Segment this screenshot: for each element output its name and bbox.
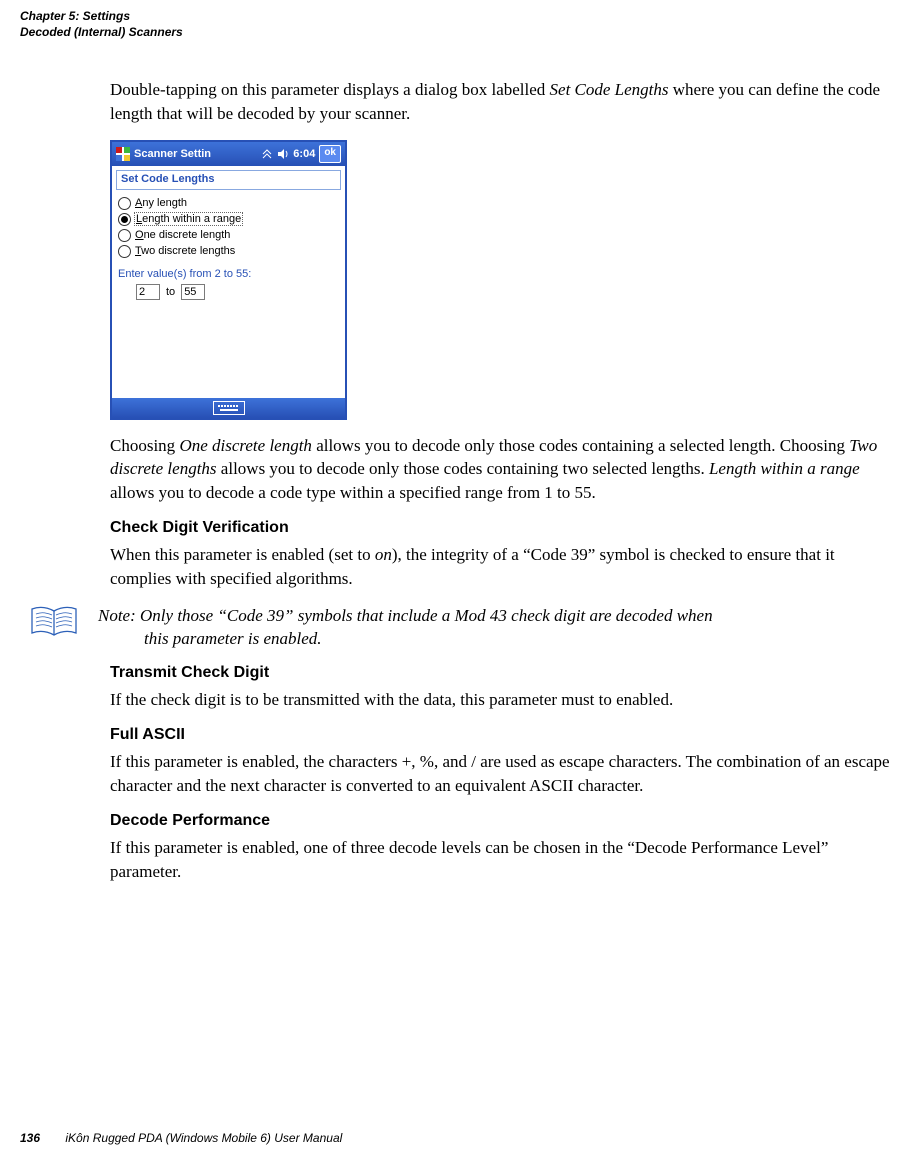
term-one-discrete: One discrete length (179, 436, 312, 455)
term-length-in-range: Length within a range (709, 459, 860, 478)
volume-icon[interactable] (277, 148, 289, 160)
range-inputs: to (136, 284, 339, 300)
transmit-paragraph: If the check digit is to be transmitted … (110, 688, 890, 712)
page-footer: 136 iKôn Rugged PDA (Windows Mobile 6) U… (20, 1131, 342, 1145)
keyboard-sip-icon[interactable] (213, 401, 245, 415)
radio-icon (118, 213, 131, 226)
intro-paragraph: Double-tapping on this parameter display… (110, 78, 890, 126)
connectivity-icon[interactable] (261, 148, 273, 160)
section-line: Decoded (Internal) Scanners (20, 24, 183, 40)
radio-icon (118, 229, 131, 242)
heading-decode-performance: Decode Performance (110, 812, 890, 830)
full-ascii-paragraph: If this parameter is enabled, the charac… (110, 750, 890, 798)
heading-transmit-check-digit: Transmit Check Digit (110, 664, 890, 682)
screenshot-bottombar (112, 398, 345, 418)
check-digit-verification-paragraph: When this parameter is enabled (set to o… (110, 543, 890, 591)
radio-one-discrete[interactable]: One discrete length (118, 229, 339, 242)
radio-icon (118, 197, 131, 210)
radio-icon (118, 245, 131, 258)
embedded-screenshot: Scanner Settin 6:04 ok Set Code Lengths … (110, 140, 347, 420)
book-title: iKôn Rugged PDA (Windows Mobile 6) User … (65, 1131, 342, 1145)
chapter-line: Chapter 5: Settings (20, 8, 183, 24)
radio-label: Length within a range (135, 213, 242, 225)
radio-label: Two discrete lengths (135, 245, 235, 257)
heading-full-ascii: Full ASCII (110, 726, 890, 744)
windows-start-icon[interactable] (116, 147, 130, 161)
range-from-input[interactable] (136, 284, 160, 300)
clock-text: 6:04 (293, 148, 315, 160)
term-set-code-lengths: Set Code Lengths (550, 80, 669, 99)
screenshot-title-text: Scanner Settin (134, 148, 211, 160)
decode-performance-paragraph: If this parameter is enabled, one of thr… (110, 836, 890, 884)
note-label: Note: (98, 606, 136, 625)
book-icon (30, 605, 80, 639)
page-number: 136 (20, 1131, 40, 1145)
radio-two-discrete[interactable]: Two discrete lengths (118, 245, 339, 258)
choosing-paragraph: Choosing One discrete length allows you … (110, 434, 890, 505)
running-header: Chapter 5: Settings Decoded (Internal) S… (20, 8, 183, 40)
dialog-title: Set Code Lengths (116, 170, 341, 190)
term-on: on (375, 545, 392, 564)
radio-label: One discrete length (135, 229, 230, 241)
to-label: to (166, 286, 175, 298)
radio-any-length[interactable]: Any length (118, 197, 339, 210)
note-block: Note: Only those “Code 39” symbols that … (30, 605, 890, 651)
screenshot-titlebar: Scanner Settin 6:04 ok (112, 142, 345, 166)
ok-button[interactable]: ok (319, 145, 341, 163)
range-prompt: Enter value(s) from 2 to 55: (118, 268, 339, 280)
dialog-body: Any length Length within a range One dis… (112, 190, 345, 304)
heading-check-digit-verification: Check Digit Verification (110, 519, 890, 537)
note-text: Note: Only those “Code 39” symbols that … (98, 605, 713, 651)
radio-label: Any length (135, 197, 187, 209)
radio-length-within-range[interactable]: Length within a range (118, 213, 339, 226)
page-content: Double-tapping on this parameter display… (110, 78, 890, 897)
range-to-input[interactable] (181, 284, 205, 300)
